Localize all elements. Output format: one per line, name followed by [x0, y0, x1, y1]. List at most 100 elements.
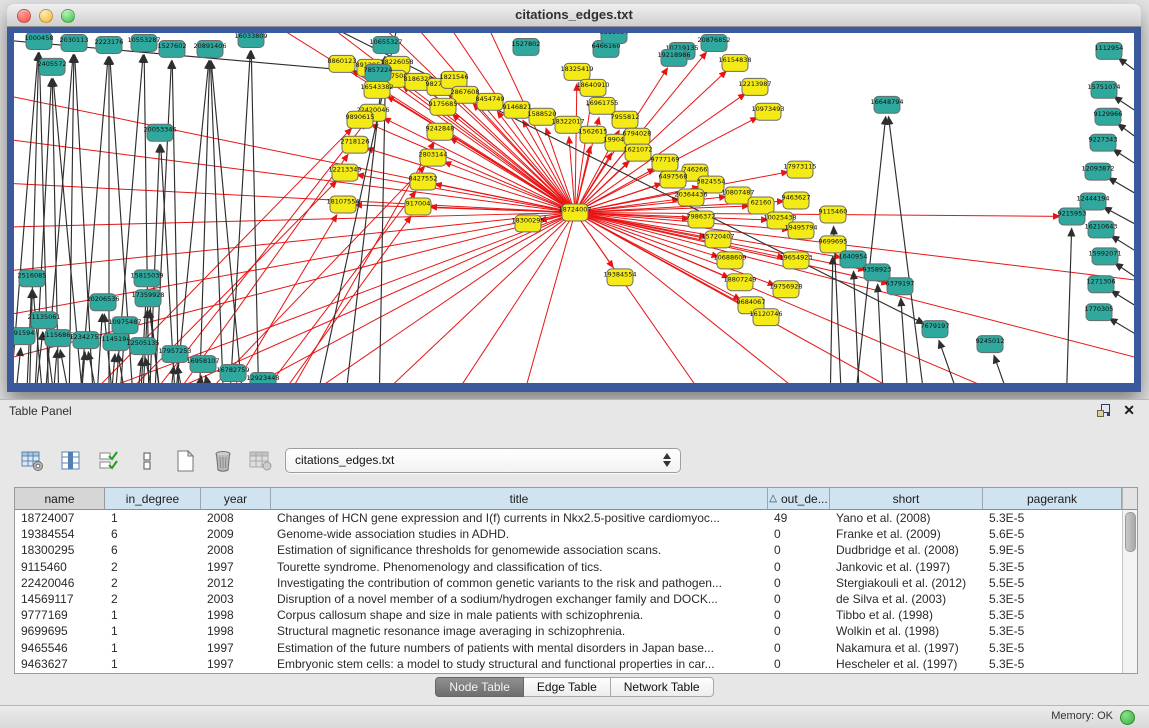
graph-node[interactable]: 1112954 [1095, 42, 1124, 59]
graph-node[interactable]: 9129966 [1094, 108, 1123, 125]
graph-edge[interactable] [52, 350, 57, 383]
graph-node[interactable]: 8427552 [409, 173, 438, 190]
graph-node[interactable]: 2030113 [60, 34, 89, 51]
graph-edge[interactable] [901, 298, 909, 383]
graph-edge[interactable] [582, 218, 824, 383]
graph-node[interactable]: 20053346 [143, 124, 176, 141]
graph-node[interactable]: 6497568 [659, 171, 688, 188]
graph-edge[interactable] [575, 84, 577, 204]
graph-node[interactable]: 1527602 [158, 40, 187, 57]
graph-edge[interactable] [584, 214, 1134, 283]
graph-node[interactable]: 10973493 [751, 103, 784, 120]
graph-node[interactable]: 12093872 [1081, 163, 1114, 180]
table-row[interactable]: 1872400712008Changes of HCN gene express… [15, 510, 1122, 526]
graph-edge[interactable] [878, 284, 884, 383]
graph-edge[interactable] [582, 161, 630, 206]
graph-node[interactable]: 10975487 [108, 317, 141, 334]
graph-node[interactable]: 9175685 [429, 98, 458, 115]
graph-edge[interactable] [1108, 178, 1134, 202]
graph-edge[interactable] [1118, 124, 1134, 147]
tab-node-table[interactable]: Node Table [435, 677, 524, 697]
graph-node[interactable]: 18724007 [558, 204, 591, 221]
graph-node[interactable]: 9777169 [651, 154, 680, 171]
graph-node[interactable]: 7679197 [921, 321, 950, 338]
column-header-title[interactable]: title [271, 488, 768, 509]
graph-node[interactable]: 17973115 [783, 161, 816, 178]
graph-node[interactable]: 19495794 [784, 222, 817, 239]
graph-edge[interactable] [1113, 149, 1134, 172]
graph-node[interactable]: 2223176 [95, 36, 124, 53]
graph-edge[interactable] [1111, 291, 1134, 315]
graph-node[interactable]: 20206536 [86, 294, 119, 311]
graph-node[interactable]: 2405572 [38, 58, 67, 75]
graph-node[interactable]: 8813054 [600, 33, 629, 43]
graph-node[interactable]: 18107554 [326, 196, 359, 213]
graph-edge[interactable] [204, 217, 567, 383]
table-row[interactable]: 946362711997Embryonic stem cells: a mode… [15, 656, 1122, 672]
graph-node[interactable]: 16543382 [360, 81, 393, 98]
graph-node[interactable]: 6379197 [886, 278, 915, 295]
graph-node[interactable]: 17359928 [131, 290, 164, 307]
graph-edge[interactable] [206, 376, 214, 383]
graph-node[interactable]: 20876852 [697, 34, 730, 51]
graph-edge[interactable] [172, 61, 179, 383]
graph-node[interactable]: 9699695 [819, 236, 848, 253]
combo-stepper-icon[interactable] [662, 452, 673, 468]
graph-edge[interactable] [580, 220, 714, 383]
column-header-pagerank[interactable]: pagerank [983, 488, 1122, 509]
float-panel-icon[interactable] [1097, 404, 1111, 417]
close-panel-icon[interactable]: ✕ [1123, 402, 1135, 419]
column-header-name[interactable]: name [15, 488, 105, 509]
graph-node[interactable]: 10655327 [369, 36, 402, 53]
graph-node[interactable]: 19384554 [603, 269, 636, 286]
graph-node[interactable]: 19654923 [779, 252, 812, 269]
graph-node[interactable]: 15992071 [1088, 248, 1121, 265]
graph-node[interactable]: 19756928 [769, 281, 802, 298]
graph-node[interactable]: 20364436 [674, 189, 707, 206]
graph-node[interactable]: 9242848 [426, 123, 455, 140]
graph-node[interactable]: 12342757 [69, 332, 102, 349]
table-row[interactable]: 911546021997Tourette syndrome. Phenomeno… [15, 559, 1122, 575]
graph-edge[interactable] [994, 355, 1014, 383]
graph-node[interactable]: 1000458 [25, 33, 54, 49]
graph-node[interactable]: 62160 [748, 197, 774, 214]
graph-edge[interactable] [284, 218, 568, 383]
graph-node[interactable]: 9215953 [1058, 208, 1087, 225]
graph-node[interactable]: 20891406 [193, 40, 226, 57]
column-header-short[interactable]: short [830, 488, 983, 509]
graph-node[interactable]: 15815039 [130, 270, 163, 287]
graph-edge[interactable] [444, 220, 570, 383]
graph-node[interactable]: 18300295 [511, 215, 544, 232]
row-height-icon[interactable] [134, 448, 160, 474]
graph-node[interactable]: 1527802 [512, 38, 541, 55]
graph-edge[interactable] [830, 256, 833, 383]
tab-edge-table[interactable]: Edge Table [524, 677, 611, 697]
graph-node[interactable]: 16648794 [870, 96, 903, 113]
graph-node[interactable]: 917004 [405, 198, 431, 215]
graph-node[interactable]: 18325419 [560, 63, 593, 80]
graph-node[interactable]: 16033809 [234, 33, 267, 47]
graph-node[interactable]: 12213987 [738, 78, 771, 95]
graph-node[interactable]: 19218986 [657, 49, 690, 66]
select-rows-icon[interactable] [96, 448, 122, 474]
column-header-out_de[interactable]: △out_de... [768, 488, 830, 509]
graph-node[interactable]: 21135061 [27, 312, 60, 329]
graph-node[interactable]: 1821546 [440, 71, 469, 88]
graph-node[interactable]: 1621072 [624, 144, 653, 161]
graph-node[interactable]: 1770305 [1085, 304, 1114, 321]
graph-node[interactable]: 18807249 [723, 274, 756, 291]
graph-edge[interactable] [1119, 58, 1134, 81]
graph-node[interactable]: 16120746 [749, 309, 782, 326]
graph-node[interactable]: 18640910 [576, 79, 609, 96]
window-titlebar[interactable]: citations_edges.txt [7, 4, 1141, 27]
graph-node[interactable]: 12444194 [1076, 193, 1109, 210]
vertical-scrollbar[interactable] [1122, 510, 1137, 673]
graph-node[interactable]: 2516085 [18, 270, 47, 287]
graph-node[interactable]: 12505135 [126, 338, 159, 355]
table-row[interactable]: 977716911998Corpus callosum shape and si… [15, 607, 1122, 623]
graph-edge[interactable] [229, 51, 250, 383]
graph-node[interactable]: 8860123 [328, 55, 357, 72]
graph-edge[interactable] [169, 366, 174, 383]
graph-edge[interactable] [1109, 318, 1134, 342]
graph-edge[interactable] [889, 117, 926, 383]
